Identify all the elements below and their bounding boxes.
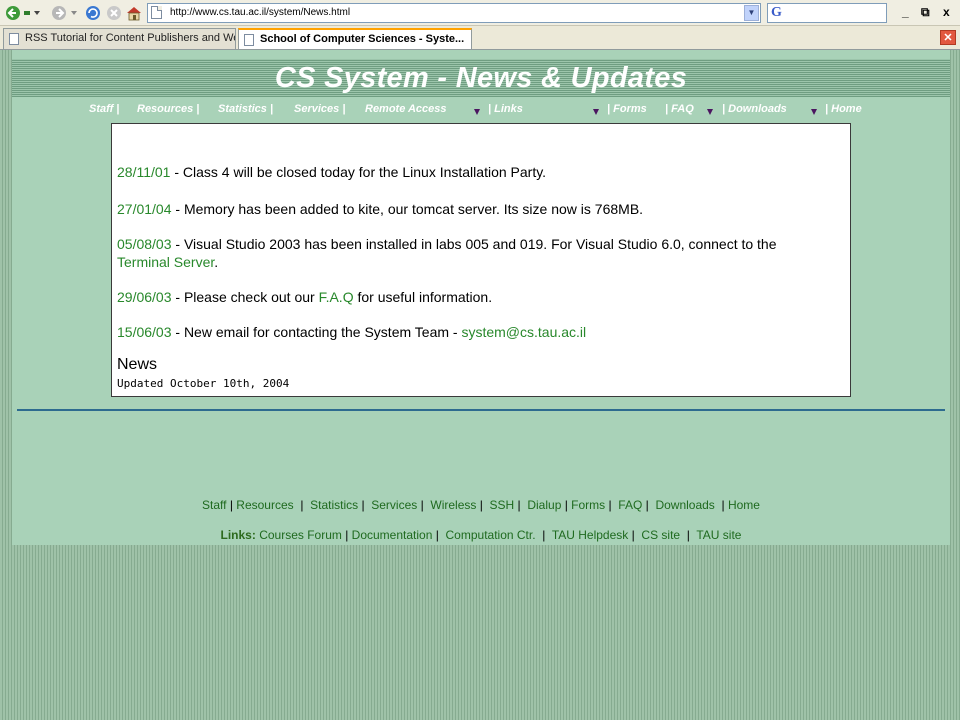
news-text: for useful information. xyxy=(353,289,493,305)
page-icon xyxy=(9,33,19,45)
home-icon[interactable] xyxy=(125,4,143,22)
link-documentation[interactable]: Documentation xyxy=(352,528,433,542)
news-text: - New email for contacting the System Te… xyxy=(171,324,462,340)
bottom-nav-wireless[interactable]: Wireless xyxy=(430,498,476,512)
divider xyxy=(17,409,945,411)
news-date-link[interactable]: 29/06/03 xyxy=(117,289,172,305)
nav-links[interactable]: | Links xyxy=(488,103,523,115)
page-icon xyxy=(151,6,162,19)
bottom-nav-statistics[interactable]: Statistics xyxy=(310,498,358,512)
nav-services[interactable]: Services | xyxy=(294,103,345,115)
link-computation-ctr[interactable]: Computation Ctr. xyxy=(446,528,536,542)
bottom-nav: Staff | Resources | Statistics | Service… xyxy=(202,498,760,512)
news-item: 28/11/01 - Class 4 will be closed today … xyxy=(117,163,817,181)
tab-rss-tutorial[interactable]: RSS Tutorial for Content Publishers and … xyxy=(3,28,236,49)
link-courses-forum[interactable]: Courses Forum xyxy=(259,528,342,542)
minimize-button[interactable]: _ xyxy=(902,5,909,19)
terminal-server-link[interactable]: Terminal Server xyxy=(117,254,214,270)
downloads-dropdown-icon[interactable] xyxy=(811,109,817,115)
nav-faq[interactable]: | FAQ xyxy=(665,103,694,115)
news-date-link[interactable]: 28/11/01 xyxy=(117,164,170,180)
news-text: . xyxy=(214,254,219,270)
news-item: 05/08/03 - Visual Studio 2003 has been i… xyxy=(117,235,817,271)
google-search-box[interactable]: G xyxy=(767,3,887,23)
bottom-nav-home[interactable]: Home xyxy=(728,498,760,512)
google-icon[interactable]: G xyxy=(771,5,782,21)
nav-remote-access[interactable]: Remote Access xyxy=(365,103,447,115)
bottom-nav-faq[interactable]: FAQ xyxy=(618,498,642,512)
faq-dropdown-icon[interactable] xyxy=(707,109,713,115)
nav-statistics[interactable]: Statistics | xyxy=(218,103,273,115)
tab-label: RSS Tutorial for Content Publishers and … xyxy=(25,32,236,44)
page-viewport: CS System - News & Updates Staff | Resou… xyxy=(0,50,960,720)
nav-home[interactable]: | Home xyxy=(825,103,862,115)
bottom-nav-resources[interactable]: Resources xyxy=(236,498,293,512)
tab-cs-system[interactable]: School of Computer Sciences - Syste... xyxy=(238,28,472,49)
bottom-nav-ssh[interactable]: SSH xyxy=(490,498,515,512)
news-text: - Visual Studio 2003 has been installed … xyxy=(171,236,777,252)
address-bar[interactable]: http://www.cs.tau.ac.il/system/News.html… xyxy=(147,3,761,23)
news-date-link[interactable]: 05/08/03 xyxy=(117,236,172,252)
bottom-nav-downloads[interactable]: Downloads xyxy=(655,498,714,512)
address-dropdown-icon[interactable]: ▼ xyxy=(744,5,759,21)
stop-icon[interactable] xyxy=(105,4,123,22)
page-content: CS System - News & Updates Staff | Resou… xyxy=(12,50,950,545)
news-text: - Class 4 will be closed today for the L… xyxy=(170,164,547,180)
link-tau-helpdesk[interactable]: TAU Helpdesk xyxy=(552,528,628,542)
news-box: 28/11/01 - Class 4 will be closed today … xyxy=(111,123,851,397)
nav-downloads[interactable]: | Downloads xyxy=(722,103,787,115)
links-dropdown-icon[interactable] xyxy=(593,109,599,115)
news-item: 15/06/03 - New email for contacting the … xyxy=(117,323,817,341)
news-heading: News xyxy=(117,356,158,373)
link-tau-site[interactable]: TAU site xyxy=(696,528,741,542)
news-date-link[interactable]: 27/01/04 xyxy=(117,201,172,217)
page-icon xyxy=(244,34,254,46)
bottom-nav-services[interactable]: Services xyxy=(371,498,417,512)
close-window-button[interactable]: x xyxy=(943,5,950,19)
faq-link[interactable]: F.A.Q xyxy=(319,289,354,305)
remote-access-dropdown-icon[interactable] xyxy=(474,109,480,115)
bottom-nav-dialup[interactable]: Dialup xyxy=(527,498,561,512)
nav-forms[interactable]: | Forms xyxy=(607,103,647,115)
news-text: - Please check out our xyxy=(171,289,319,305)
links-label: Links: xyxy=(220,528,256,542)
top-nav: Staff | Resources | Statistics | Service… xyxy=(12,103,950,119)
news-date-link[interactable]: 15/06/03 xyxy=(117,324,172,340)
email-link[interactable]: system@cs.tau.ac.il xyxy=(461,324,586,340)
browser-toolbar: http://www.cs.tau.ac.il/system/News.html… xyxy=(0,0,960,26)
tab-bar: RSS Tutorial for Content Publishers and … xyxy=(0,26,960,50)
refresh-icon[interactable] xyxy=(84,4,102,22)
news-text: - Memory has been added to kite, our tom… xyxy=(171,201,644,217)
page-title: CS System - News & Updates xyxy=(274,62,688,94)
nav-staff[interactable]: Staff | xyxy=(89,103,119,115)
tab-label: School of Computer Sciences - Syste... xyxy=(260,33,465,45)
close-tab-icon[interactable]: ✕ xyxy=(940,30,956,45)
back-arrow-icon[interactable] xyxy=(4,4,44,22)
bottom-links: Links: Courses Forum | Documentation | C… xyxy=(220,528,742,542)
link-cs-site[interactable]: CS site xyxy=(641,528,680,542)
news-item: 29/06/03 - Please check out our F.A.Q fo… xyxy=(117,288,817,306)
address-url[interactable]: http://www.cs.tau.ac.il/system/News.html xyxy=(170,7,350,18)
news-item: 27/01/04 - Memory has been added to kite… xyxy=(117,200,817,218)
forward-arrow-icon[interactable] xyxy=(50,4,80,22)
updated-date: Updated October 10th, 2004 xyxy=(117,377,290,390)
bottom-nav-forms[interactable]: Forms xyxy=(571,498,605,512)
restore-button[interactable]: ⧉ xyxy=(921,5,930,20)
nav-resources[interactable]: Resources | xyxy=(137,103,199,115)
bottom-nav-staff[interactable]: Staff xyxy=(202,498,226,512)
